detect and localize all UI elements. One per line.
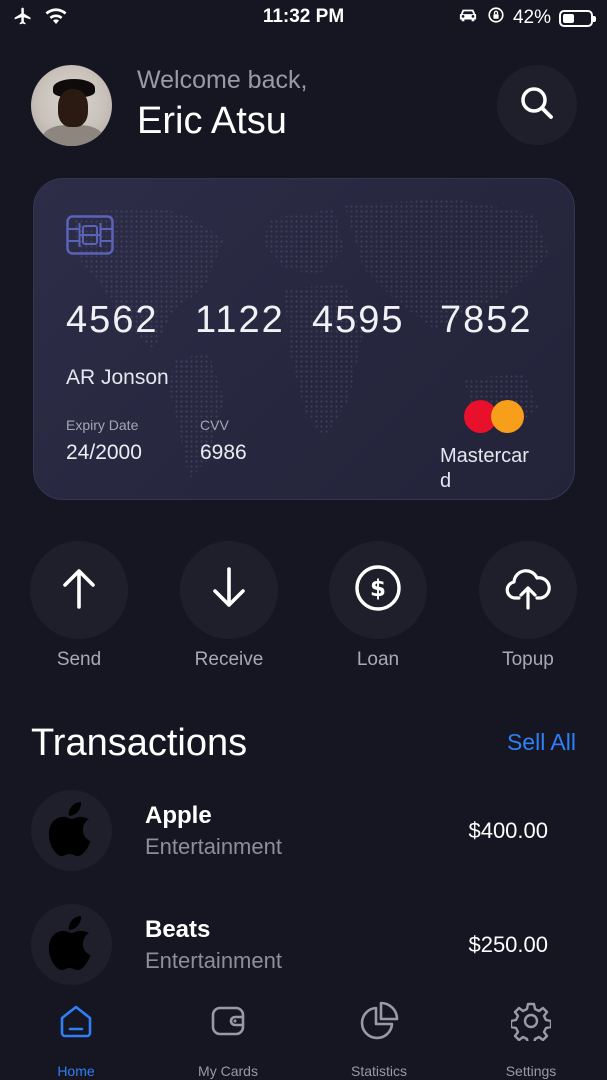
expiry-label: Expiry Date <box>66 417 139 433</box>
nav-item-statistics[interactable]: Statistics <box>324 999 434 1079</box>
avatar-head <box>58 89 88 127</box>
transactions-title: Transactions <box>31 722 248 764</box>
nav-label-statistics: Statistics <box>350 1063 407 1079</box>
home-icon <box>21 999 131 1043</box>
apple-icon <box>48 914 96 975</box>
send-button[interactable]: Send <box>30 541 128 671</box>
svg-text:$: $ <box>370 576 386 602</box>
mastercard-orange-circle <box>491 400 524 433</box>
transaction-name: Beats <box>145 916 211 943</box>
loan-button-circle[interactable]: $ <box>329 541 427 639</box>
see-all-link[interactable]: Sell All <box>507 729 576 756</box>
card-number-group-3: 4595 <box>312 299 405 341</box>
transaction-icon-wrap <box>31 790 112 871</box>
search-icon <box>517 83 557 128</box>
apple-icon <box>48 800 96 861</box>
avatar-body <box>43 125 103 146</box>
transaction-icon-wrap <box>31 904 112 985</box>
nav-item-settings[interactable]: Settings <box>476 999 586 1079</box>
transaction-category: Entertainment <box>145 948 282 973</box>
status-bar: 11:32 PM 42% <box>0 0 607 34</box>
card-holder-name: AR Jonson <box>66 366 169 389</box>
transaction-row[interactable]: Beats Entertainment $250.00 <box>31 904 576 986</box>
car-icon <box>457 6 479 30</box>
mastercard-logo-icon <box>464 400 524 434</box>
cvv-label: CVV <box>200 417 229 433</box>
battery-fill <box>563 13 574 23</box>
transaction-category: Entertainment <box>145 834 282 859</box>
avatar[interactable] <box>31 65 112 146</box>
card-number-group-2: 1122 <box>195 299 285 341</box>
gear-icon <box>476 999 586 1043</box>
arrow-down-icon <box>209 566 249 615</box>
card-number-group-1: 4562 <box>66 299 159 341</box>
topup-label: Topup <box>502 649 554 670</box>
loan-label: Loan <box>356 649 400 670</box>
cvv-value: 6986 <box>200 441 247 464</box>
nav-label-home: Home <box>57 1063 95 1079</box>
receive-button[interactable]: Receive <box>180 541 278 671</box>
transaction-row[interactable]: Apple Entertainment $400.00 <box>31 790 576 872</box>
pie-chart-icon <box>324 999 434 1043</box>
transaction-amount: $400.00 <box>468 818 548 843</box>
bottom-nav: Home My Cards Statistics Settings <box>0 985 607 1080</box>
wallet-icon <box>173 999 283 1043</box>
loan-button[interactable]: $ Loan <box>329 541 427 671</box>
nav-item-home[interactable]: Home <box>21 999 131 1079</box>
receive-button-circle[interactable] <box>180 541 278 639</box>
topup-button[interactable]: Topup <box>479 541 577 671</box>
status-right: 42% <box>457 6 596 30</box>
transaction-name: Apple <box>145 802 212 829</box>
dollar-circle-icon: $ <box>354 564 402 617</box>
cloud-upload-icon <box>504 566 552 615</box>
battery-icon <box>559 9 596 27</box>
card-number-group-4: 7852 <box>440 299 533 341</box>
user-name: Eric Atsu <box>137 100 287 142</box>
send-button-circle[interactable] <box>30 541 128 639</box>
receive-label: Receive <box>194 649 264 670</box>
search-button[interactable] <box>497 65 577 145</box>
card-chip-icon <box>66 215 114 260</box>
rotation-lock-icon <box>487 6 505 30</box>
transaction-amount: $250.00 <box>468 932 548 957</box>
battery-percent: 42% <box>512 7 551 28</box>
send-label: Send <box>56 649 102 670</box>
card-brand: Mastercard <box>440 445 529 492</box>
nav-item-my-cards[interactable]: My Cards <box>173 999 283 1079</box>
welcome-text: Welcome back, <box>137 66 308 94</box>
nav-label-settings: Settings <box>505 1063 557 1079</box>
topup-button-circle[interactable] <box>479 541 577 639</box>
bank-card[interactable]: 4562 1122 4595 7852 AR Jonson Expiry Dat… <box>33 178 575 500</box>
arrow-up-icon <box>59 566 99 615</box>
expiry-value: 24/2000 <box>66 441 142 464</box>
app-screen: 11:32 PM 42% Welcome back, Eric Atsu 456… <box>0 0 607 1080</box>
nav-label-my-cards: My Cards <box>198 1063 258 1079</box>
